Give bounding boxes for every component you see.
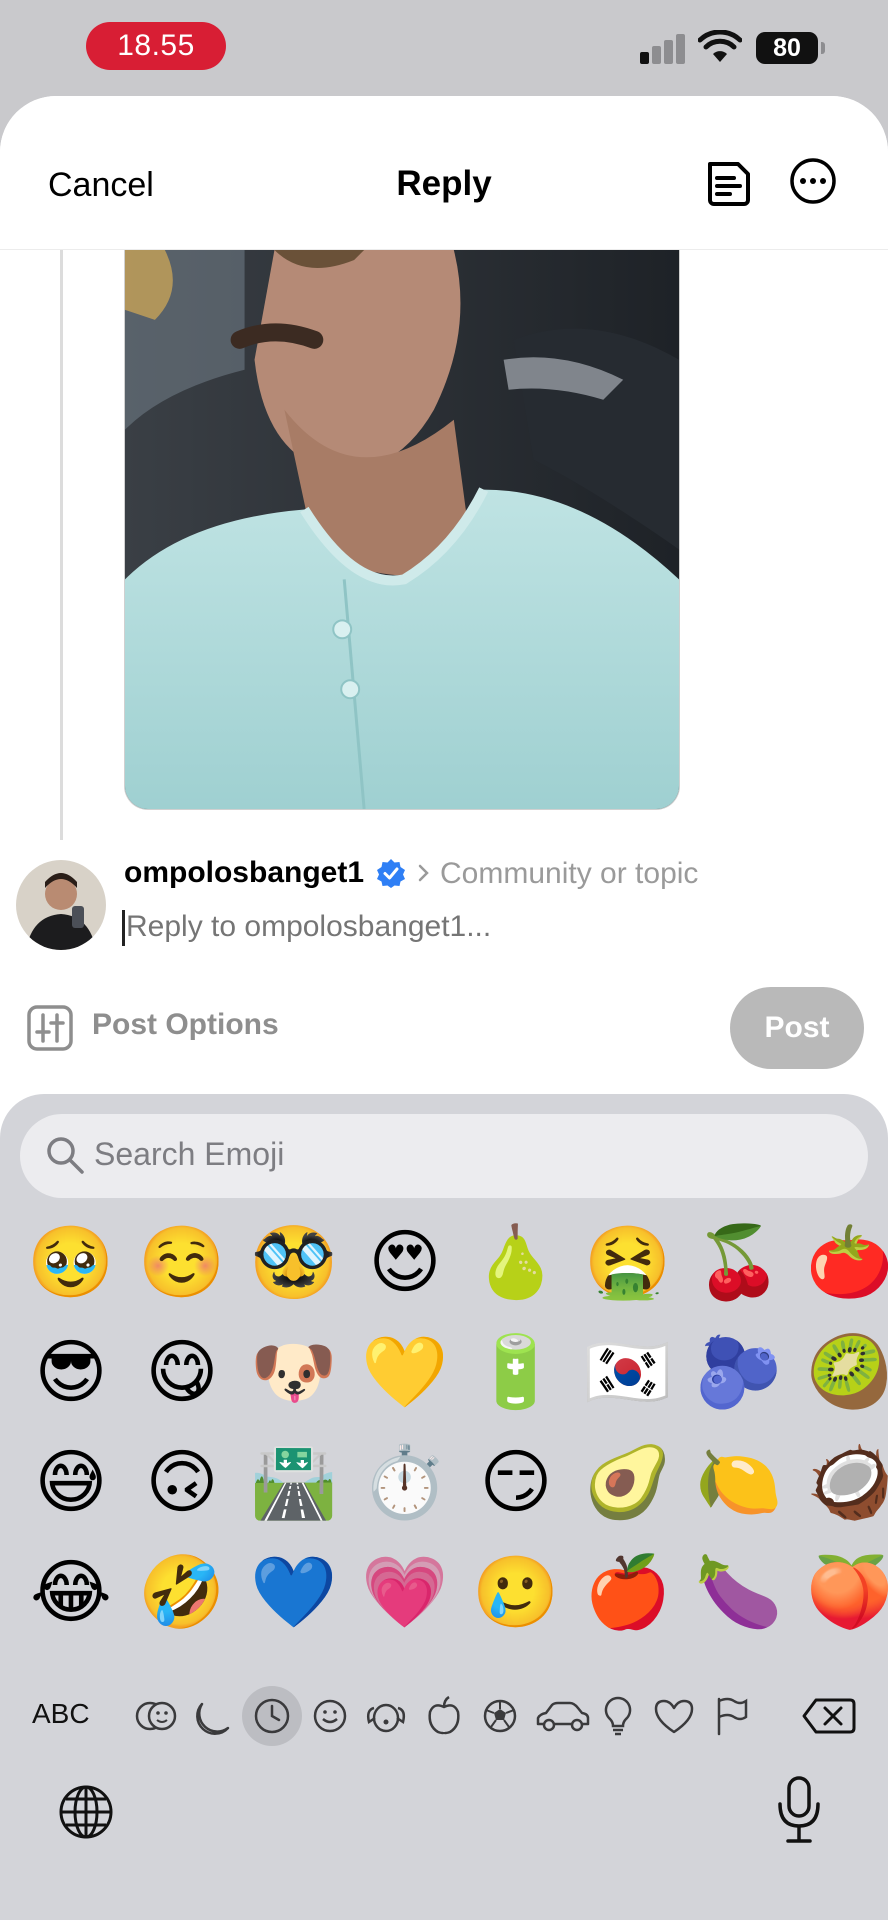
chevron-right-icon	[418, 864, 429, 882]
emoji-key[interactable]: 😂	[23, 1544, 119, 1640]
cellular-signal-icon	[640, 32, 686, 64]
smiley-icon[interactable]	[304, 1690, 356, 1742]
recent-clock-icon	[254, 1698, 290, 1734]
emoji-key[interactable]: 🥹	[23, 1214, 119, 1310]
battery-indicator: 80	[756, 32, 825, 64]
emoji-key[interactable]: 🙃	[134, 1434, 230, 1530]
search-icon	[47, 1137, 84, 1174]
emoji-key[interactable]: 💗	[357, 1544, 453, 1640]
emoji-key[interactable]: 😍	[357, 1214, 453, 1310]
emoji-key[interactable]: 😋	[134, 1324, 230, 1420]
thread-line	[60, 250, 63, 840]
post-image[interactable]	[124, 250, 680, 810]
sheet-header: Cancel Reply	[0, 96, 888, 250]
emoji-keyboard: Search Emoji 🥹 ☺️ 🥸 😍 🍐 🤮 🍒 🍅 😎 😋 🐶 💛 🔋 🇰🇷 🫐 🥝 😅 🙃 🛣️ ⏱️ 😏 🥑 🍋…	[0, 1094, 888, 1920]
emoji-key[interactable]: 🛣️	[246, 1434, 342, 1530]
emoji-category-bar: ABC	[0, 1676, 888, 1756]
emoji-key[interactable]: 🐶	[246, 1324, 342, 1420]
emoji-key[interactable]: 🥥	[802, 1434, 888, 1530]
flag-icon[interactable]	[706, 1690, 758, 1742]
emoji-key[interactable]: 💙	[246, 1544, 342, 1640]
emoji-key[interactable]: 🇰🇷	[580, 1324, 676, 1420]
emoji-key[interactable]: 🔋	[468, 1324, 564, 1420]
abc-key[interactable]: ABC	[32, 1698, 90, 1730]
emoji-key[interactable]: 🍐	[468, 1214, 564, 1310]
emoji-key[interactable]: 😎	[23, 1324, 119, 1420]
status-bar: 18.55 80	[0, 0, 888, 96]
reply-username: ompolosbanget1	[124, 856, 365, 889]
emoji-key[interactable]: 🍒	[691, 1214, 787, 1310]
backspace-icon[interactable]	[800, 1694, 858, 1738]
animal-icon[interactable]	[360, 1690, 412, 1742]
emoji-key[interactable]: 🍎	[580, 1544, 676, 1640]
page-title: Reply	[396, 164, 492, 203]
emoji-key[interactable]: 🤣	[134, 1544, 230, 1640]
emoji-key[interactable]: ⏱️	[357, 1434, 453, 1530]
lightbulb-icon[interactable]	[592, 1690, 644, 1742]
avatar[interactable]	[16, 860, 106, 950]
microphone-icon[interactable]	[774, 1774, 824, 1846]
post-options-icon[interactable]	[26, 1004, 74, 1052]
community-topic-selector[interactable]: Community or topic	[440, 857, 698, 891]
emoji-grid: 🥹 ☺️ 🥸 😍 🍐 🤮 🍒 🍅 😎 😋 🐶 💛 🔋 🇰🇷 🫐 🥝 😅 🙃 🛣️ ⏱️ 😏 🥑 🍋 🥥 😂 🤣 💙 💗 🥲 🍎 🍆 🍑	[0, 1214, 888, 1654]
emoji-key[interactable]: 🤮	[580, 1214, 676, 1310]
recent-clock-button[interactable]	[242, 1686, 302, 1746]
emoji-key[interactable]: 🥲	[468, 1544, 564, 1640]
emoji-key[interactable]: 🍆	[691, 1544, 787, 1640]
verified-badge-icon	[377, 859, 405, 888]
car-icon[interactable]	[532, 1690, 592, 1742]
wifi-icon	[698, 30, 742, 62]
emoji-key[interactable]: 🍅	[802, 1214, 888, 1310]
emoji-key[interactable]: 🫐	[691, 1324, 787, 1420]
globe-icon[interactable]	[56, 1782, 116, 1842]
heart-icon[interactable]	[648, 1690, 700, 1742]
smileys-people-icon[interactable]	[130, 1690, 182, 1742]
emoji-search-placeholder: Search Emoji	[94, 1136, 285, 1172]
reply-input[interactable]	[126, 904, 766, 950]
more-options-icon[interactable]	[788, 156, 838, 206]
post-button[interactable]: Post	[730, 987, 864, 1069]
emoji-key[interactable]: 🍑	[802, 1544, 888, 1640]
emoji-key[interactable]: 💛	[357, 1324, 453, 1420]
emoji-key[interactable]: 🍋	[691, 1434, 787, 1530]
emoji-key[interactable]: 😏	[468, 1434, 564, 1530]
emoji-key[interactable]: 🥸	[246, 1214, 342, 1310]
drafts-icon[interactable]	[704, 158, 754, 208]
emoji-key[interactable]: 😅	[23, 1434, 119, 1530]
food-apple-icon[interactable]	[418, 1690, 470, 1742]
ball-icon[interactable]	[474, 1690, 526, 1742]
text-caret	[122, 910, 125, 946]
emoji-search-field[interactable]: Search Emoji	[20, 1114, 868, 1198]
moon-icon[interactable]	[188, 1690, 240, 1742]
post-options-label[interactable]: Post Options	[92, 1008, 279, 1042]
emoji-key[interactable]: ☺️	[134, 1214, 230, 1310]
emoji-key[interactable]: 🥝	[802, 1324, 888, 1420]
status-time: 18.55	[86, 22, 226, 70]
emoji-key[interactable]: 🥑	[580, 1434, 676, 1530]
